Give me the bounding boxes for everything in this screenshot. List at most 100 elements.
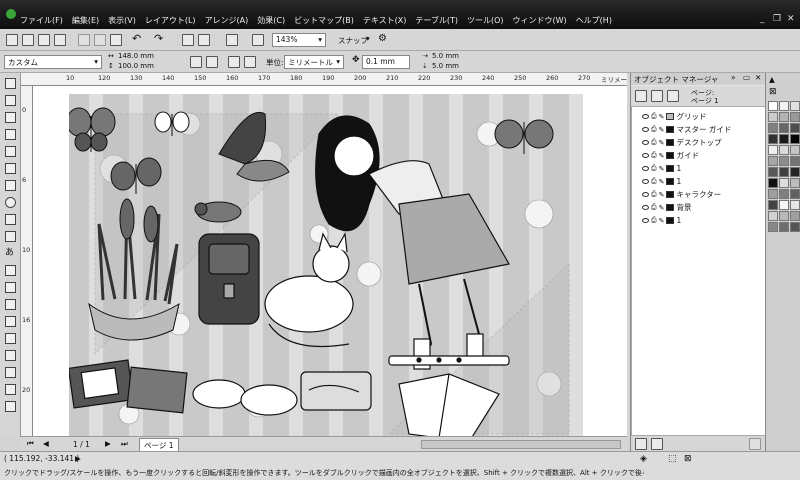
new-master-layer-icon[interactable] bbox=[651, 438, 663, 450]
color-swatch[interactable] bbox=[779, 189, 789, 199]
polygon-tool-icon[interactable] bbox=[5, 214, 16, 225]
visibility-eye-icon[interactable] bbox=[642, 192, 649, 197]
edit-pencil-icon[interactable]: ✎ bbox=[659, 191, 665, 199]
printer-icon[interactable]: ⎙ bbox=[651, 112, 657, 121]
visibility-eye-icon[interactable] bbox=[642, 205, 649, 210]
menu-item[interactable]: ツール(O) bbox=[467, 15, 504, 26]
color-swatch[interactable] bbox=[768, 178, 778, 188]
crop-tool-icon[interactable] bbox=[5, 112, 16, 123]
color-swatch[interactable] bbox=[790, 200, 800, 210]
edit-pencil-icon[interactable]: ✎ bbox=[659, 204, 665, 212]
open-icon[interactable] bbox=[22, 34, 34, 46]
last-page-icon[interactable]: ⏭ bbox=[121, 439, 128, 449]
menu-item[interactable]: ビットマップ(B) bbox=[294, 15, 354, 26]
no-fill-icon[interactable]: ⊠ bbox=[684, 454, 692, 464]
freehand-tool-icon[interactable] bbox=[5, 146, 16, 157]
save-icon[interactable] bbox=[38, 34, 50, 46]
menu-item[interactable]: レイアウト(L) bbox=[145, 15, 196, 26]
minimize-icon[interactable]: _ bbox=[760, 14, 765, 24]
fill-tool-icon[interactable] bbox=[5, 384, 16, 395]
edit-across-layers-icon[interactable] bbox=[651, 90, 663, 102]
copy-icon[interactable] bbox=[94, 34, 106, 46]
color-swatch[interactable] bbox=[790, 189, 800, 199]
color-swatch[interactable] bbox=[768, 112, 778, 122]
snap-dropdown-icon[interactable]: ▾ bbox=[366, 34, 370, 43]
edit-pencil-icon[interactable]: ✎ bbox=[659, 139, 665, 147]
color-swatch[interactable] bbox=[779, 145, 789, 155]
units-select[interactable]: ミリメートル ▾ bbox=[284, 55, 344, 69]
fill-indicator-icon[interactable]: ◈ bbox=[640, 454, 647, 464]
menu-item[interactable]: ファイル(F) bbox=[20, 15, 63, 26]
color-swatch[interactable] bbox=[779, 178, 789, 188]
edit-pencil-icon[interactable]: ✎ bbox=[659, 217, 665, 225]
duplicate-y-field[interactable]: 5.0 mm bbox=[432, 62, 459, 72]
connector-tool-icon[interactable] bbox=[5, 299, 16, 310]
page-preset-select[interactable]: カスタム ▾ bbox=[4, 55, 102, 69]
color-swatch[interactable] bbox=[768, 200, 778, 210]
page-height-field[interactable]: 100.0 mm bbox=[118, 62, 154, 72]
welcome-icon[interactable] bbox=[252, 34, 264, 46]
fill-bucket-icon[interactable]: ⬚ bbox=[668, 454, 677, 464]
visibility-eye-icon[interactable] bbox=[642, 218, 649, 223]
launcher-icon[interactable] bbox=[226, 34, 238, 46]
zoom-select[interactable]: 143% ▾ bbox=[272, 33, 326, 47]
interactive-fill-tool-icon[interactable] bbox=[5, 401, 16, 412]
printer-icon[interactable]: ⎙ bbox=[651, 151, 657, 160]
prev-page-icon[interactable]: ◀ bbox=[43, 439, 49, 448]
visibility-eye-icon[interactable] bbox=[642, 166, 649, 171]
color-swatch[interactable] bbox=[768, 189, 778, 199]
outline-tool-icon[interactable] bbox=[5, 367, 16, 378]
restore-icon[interactable]: ❐ bbox=[773, 14, 781, 24]
printer-icon[interactable]: ⎙ bbox=[651, 125, 657, 134]
visibility-eye-icon[interactable] bbox=[642, 140, 649, 145]
menu-item[interactable]: ウィンドウ(W) bbox=[513, 15, 567, 26]
all-pages-icon[interactable] bbox=[228, 56, 240, 68]
color-swatch[interactable] bbox=[790, 178, 800, 188]
menu-item[interactable]: 編集(E) bbox=[72, 15, 99, 26]
transparency-tool-icon[interactable] bbox=[5, 333, 16, 344]
color-swatch[interactable] bbox=[768, 101, 778, 111]
docker-minimize-icon[interactable]: ▭ bbox=[743, 73, 750, 82]
visibility-eye-icon[interactable] bbox=[642, 179, 649, 184]
cut-icon[interactable] bbox=[78, 34, 90, 46]
visibility-eye-icon[interactable] bbox=[642, 114, 649, 119]
horizontal-ruler[interactable]: 10 120 130 140 150 160 170 180 190 200 210 220 230 24… bbox=[21, 73, 627, 94]
color-swatch[interactable] bbox=[768, 134, 778, 144]
export-icon[interactable] bbox=[198, 34, 210, 46]
delete-layer-icon[interactable] bbox=[749, 438, 761, 450]
color-swatch[interactable] bbox=[779, 167, 789, 177]
undo-icon[interactable]: ↶ bbox=[132, 32, 141, 45]
new-icon[interactable] bbox=[6, 34, 18, 46]
menu-item[interactable]: アレンジ(A) bbox=[205, 15, 249, 26]
show-properties-icon[interactable] bbox=[635, 90, 647, 102]
pick-tool-icon[interactable] bbox=[5, 78, 16, 89]
shape-tool-icon[interactable] bbox=[5, 95, 16, 106]
edit-pencil-icon[interactable]: ✎ bbox=[659, 113, 665, 121]
paste-icon[interactable] bbox=[110, 34, 122, 46]
status-arrow-icon[interactable]: ▶ bbox=[75, 454, 81, 463]
color-swatch[interactable] bbox=[790, 167, 800, 177]
table-tool-icon[interactable] bbox=[5, 265, 16, 276]
layer-row[interactable]: ⎙ ✎ グリッド bbox=[642, 111, 706, 122]
printer-icon[interactable]: ⎙ bbox=[651, 164, 657, 173]
color-swatch[interactable] bbox=[779, 134, 789, 144]
docker-close-icon[interactable]: ✕ bbox=[755, 73, 761, 82]
next-page-icon[interactable]: ▶ bbox=[105, 439, 111, 448]
color-swatch[interactable] bbox=[790, 156, 800, 166]
options-icon[interactable]: ⚙ bbox=[378, 33, 387, 44]
print-icon[interactable] bbox=[54, 34, 66, 46]
color-swatch[interactable] bbox=[779, 112, 789, 122]
menu-item[interactable]: 効果(C) bbox=[257, 15, 285, 26]
edit-pencil-icon[interactable]: ✎ bbox=[659, 152, 665, 160]
color-swatch[interactable] bbox=[779, 101, 789, 111]
color-swatch[interactable] bbox=[768, 123, 778, 133]
nudge-field[interactable]: 0.1 mm bbox=[362, 55, 410, 69]
illustration-artwork[interactable] bbox=[69, 94, 583, 436]
color-swatch[interactable] bbox=[768, 145, 778, 155]
color-swatch[interactable] bbox=[790, 101, 800, 111]
no-color-icon[interactable]: ⊠ bbox=[769, 87, 777, 97]
color-swatch[interactable] bbox=[779, 200, 789, 210]
import-icon[interactable] bbox=[182, 34, 194, 46]
basic-shapes-tool-icon[interactable] bbox=[5, 231, 16, 242]
color-swatch[interactable] bbox=[779, 156, 789, 166]
